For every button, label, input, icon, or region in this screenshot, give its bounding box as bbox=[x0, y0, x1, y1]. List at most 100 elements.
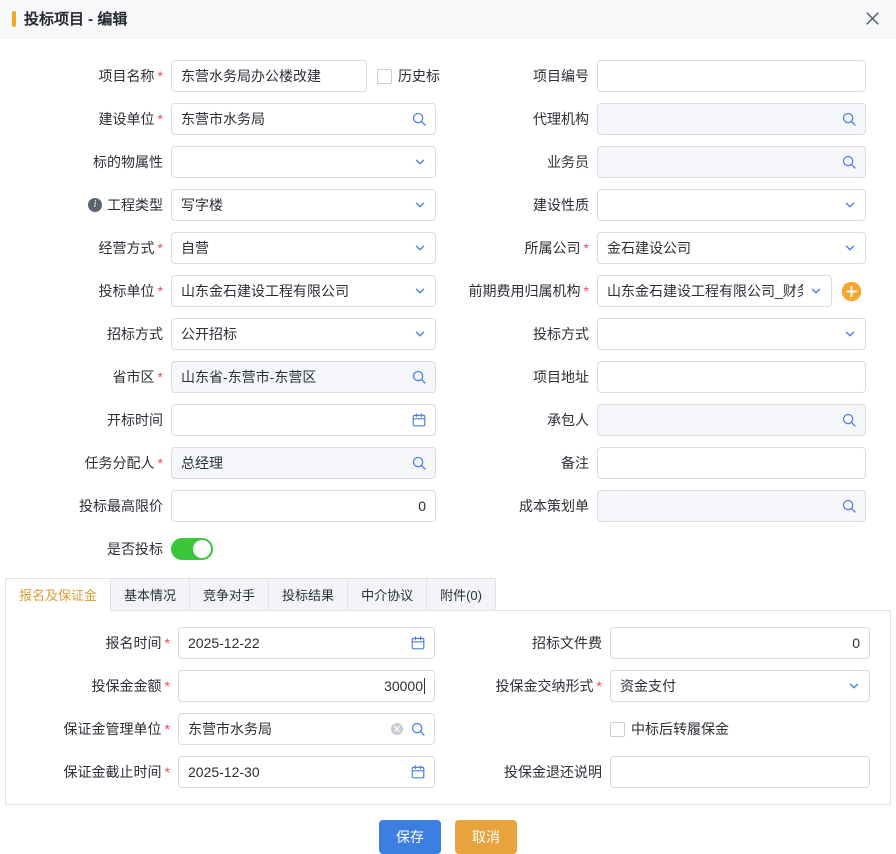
project-name-input[interactable] bbox=[181, 68, 357, 84]
project-code-input[interactable] bbox=[607, 68, 856, 84]
deposit-deadline-field[interactable] bbox=[178, 756, 435, 788]
company-select[interactable] bbox=[597, 232, 866, 264]
search-icon[interactable] bbox=[411, 722, 425, 736]
save-button[interactable]: 保存 bbox=[379, 820, 441, 854]
cancel-button[interactable]: 取消 bbox=[455, 820, 517, 854]
row-max-bid-price: 投标最高限价 bbox=[8, 490, 440, 522]
tender-method-select[interactable] bbox=[171, 318, 436, 350]
chevron-down-icon[interactable] bbox=[848, 680, 860, 692]
required-marker bbox=[162, 764, 170, 780]
is-bidding-label: 是否投标 bbox=[107, 539, 163, 559]
chevron-down-icon[interactable] bbox=[844, 328, 856, 340]
chevron-down-icon[interactable] bbox=[414, 156, 426, 168]
bid-open-time-input[interactable] bbox=[181, 412, 405, 428]
tab-attachments[interactable]: 附件(0) bbox=[426, 578, 496, 611]
close-icon[interactable] bbox=[865, 11, 880, 26]
bid-method-select[interactable] bbox=[597, 318, 866, 350]
construction-unit-field[interactable] bbox=[171, 103, 436, 135]
transfer-after-win-checkbox[interactable] bbox=[610, 722, 625, 737]
bidding-unit-select[interactable] bbox=[171, 275, 436, 307]
tender-method-value[interactable] bbox=[181, 326, 407, 342]
expense-org-value[interactable] bbox=[607, 283, 803, 299]
contractor-field[interactable] bbox=[597, 404, 866, 436]
tab-bid-result[interactable]: 投标结果 bbox=[268, 578, 348, 611]
required-marker bbox=[581, 283, 589, 299]
construction-nature-select[interactable] bbox=[597, 189, 866, 221]
chevron-down-icon[interactable] bbox=[844, 199, 856, 211]
chevron-down-icon[interactable] bbox=[844, 242, 856, 254]
info-icon[interactable] bbox=[88, 198, 102, 212]
row-company: 所属公司 bbox=[449, 232, 866, 264]
deposit-deadline-input[interactable] bbox=[188, 764, 404, 780]
operation-mode-label: 经营方式 bbox=[99, 238, 155, 258]
bid-open-time-field[interactable] bbox=[171, 404, 436, 436]
remark-input[interactable] bbox=[607, 455, 856, 471]
deposit-pay-form-value[interactable] bbox=[620, 678, 841, 694]
signup-time-input[interactable] bbox=[188, 635, 404, 651]
chevron-down-icon[interactable] bbox=[414, 199, 426, 211]
expense-org-select[interactable] bbox=[597, 275, 832, 307]
is-bidding-toggle[interactable] bbox=[171, 538, 213, 560]
deposit-refund-note-input[interactable] bbox=[620, 764, 860, 780]
chevron-down-icon[interactable] bbox=[810, 285, 822, 297]
deposit-manage-unit-input[interactable] bbox=[188, 721, 383, 737]
company-value[interactable] bbox=[607, 240, 837, 256]
row-deposit-deadline: 保证金截止时间 bbox=[6, 756, 435, 788]
salesman-input[interactable] bbox=[607, 154, 835, 170]
operation-mode-value[interactable] bbox=[181, 240, 407, 256]
chevron-down-icon[interactable] bbox=[414, 328, 426, 340]
region-field[interactable] bbox=[171, 361, 436, 393]
operation-mode-select[interactable] bbox=[171, 232, 436, 264]
contractor-input[interactable] bbox=[607, 412, 835, 428]
row-deposit-amount: 投保金金额 30000 bbox=[6, 670, 435, 702]
signup-time-field[interactable] bbox=[178, 627, 435, 659]
task-assignee-field[interactable] bbox=[171, 447, 436, 479]
region-input[interactable] bbox=[181, 369, 405, 385]
project-type-select[interactable] bbox=[171, 189, 436, 221]
row-tender-doc-fee: 招标文件费 bbox=[458, 627, 870, 659]
agency-field[interactable] bbox=[597, 103, 866, 135]
bidding-unit-value[interactable] bbox=[181, 283, 407, 299]
tab-agency-agreement[interactable]: 中介协议 bbox=[347, 578, 427, 611]
deposit-manage-unit-field[interactable] bbox=[178, 713, 435, 745]
search-icon[interactable] bbox=[842, 112, 856, 126]
search-icon[interactable] bbox=[412, 370, 426, 384]
tab-competitors[interactable]: 竞争对手 bbox=[189, 578, 269, 611]
search-icon[interactable] bbox=[842, 413, 856, 427]
construction-nature-value[interactable] bbox=[607, 197, 837, 213]
search-icon[interactable] bbox=[412, 456, 426, 470]
calendar-icon[interactable] bbox=[412, 413, 426, 427]
cost-plan-input[interactable] bbox=[607, 498, 835, 514]
task-assignee-input[interactable] bbox=[181, 455, 405, 471]
deposit-pay-form-select[interactable] bbox=[610, 670, 870, 702]
subject-property-select[interactable] bbox=[171, 146, 436, 178]
calendar-icon[interactable] bbox=[411, 636, 425, 650]
deposit-amount-label: 投保金金额 bbox=[92, 676, 162, 696]
chevron-down-icon[interactable] bbox=[414, 242, 426, 254]
tab-basic-info[interactable]: 基本情况 bbox=[110, 578, 190, 611]
add-org-icon[interactable] bbox=[841, 281, 862, 302]
project-type-value[interactable] bbox=[181, 197, 407, 213]
agency-input[interactable] bbox=[607, 111, 835, 127]
calendar-icon[interactable] bbox=[411, 765, 425, 779]
clear-icon[interactable] bbox=[390, 722, 404, 736]
subject-property-label: 标的物属性 bbox=[93, 152, 163, 172]
bid-open-time-label: 开标时间 bbox=[107, 410, 163, 430]
max-bid-price-input[interactable] bbox=[181, 498, 426, 514]
project-address-input[interactable] bbox=[607, 369, 856, 385]
search-icon[interactable] bbox=[842, 499, 856, 513]
bid-method-value[interactable] bbox=[607, 326, 837, 342]
search-icon[interactable] bbox=[412, 112, 426, 126]
search-icon[interactable] bbox=[842, 155, 856, 169]
construction-unit-input[interactable] bbox=[181, 111, 405, 127]
cost-plan-field[interactable] bbox=[597, 490, 866, 522]
tender-doc-fee-input[interactable] bbox=[620, 635, 860, 651]
subject-property-value[interactable] bbox=[181, 154, 407, 170]
tab-bar: 报名及保证金 基本情况 竞争对手 投标结果 中介协议 附件(0) bbox=[5, 578, 891, 610]
panel-right-column: 招标文件费 投保金交纳形式 中标后转履保金 bbox=[458, 627, 870, 799]
deposit-amount-field[interactable]: 30000 bbox=[178, 670, 435, 702]
salesman-field[interactable] bbox=[597, 146, 866, 178]
chevron-down-icon[interactable] bbox=[414, 285, 426, 297]
history-flag-checkbox[interactable] bbox=[377, 69, 392, 84]
tab-signup-deposit[interactable]: 报名及保证金 bbox=[5, 578, 111, 611]
